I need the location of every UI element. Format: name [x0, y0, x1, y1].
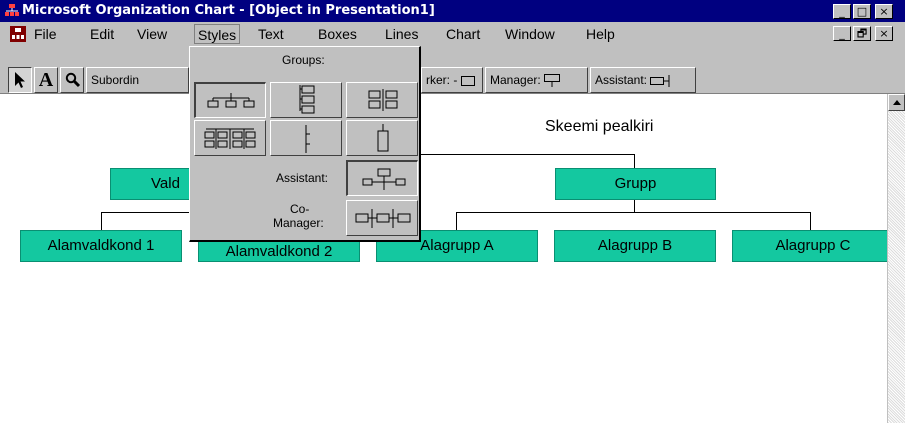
- coworker-box-icon: [460, 75, 475, 86]
- select-tool-button[interactable]: [8, 67, 32, 93]
- title-bar: Microsoft Organization Chart - [Object i…: [0, 0, 905, 22]
- horizontal-group-icon: [207, 93, 255, 108]
- org-box-alagrupp-c[interactable]: Alagrupp C: [732, 230, 894, 262]
- connector-line: [634, 154, 635, 168]
- org-box-grupp[interactable]: Grupp: [555, 168, 716, 200]
- connector-line: [409, 154, 635, 155]
- menu-lines[interactable]: Lines: [385, 26, 418, 42]
- subordinate-label: Subordin: [91, 73, 140, 87]
- style-single-box-group[interactable]: [346, 120, 418, 156]
- style-assistant[interactable]: [346, 160, 418, 196]
- org-chart-app-icon: [5, 4, 19, 16]
- vertical-lines-icon: [305, 125, 310, 153]
- two-column-group-icon: [368, 89, 398, 111]
- magnifier-icon: [65, 72, 81, 88]
- menu-view[interactable]: View: [137, 26, 167, 42]
- menu-text[interactable]: Text: [258, 26, 284, 42]
- doc-close-button[interactable]: ×: [875, 26, 893, 41]
- vertical-group-icon: [299, 85, 315, 114]
- style-vertical-left-group[interactable]: [270, 82, 342, 118]
- connector-line: [634, 200, 635, 212]
- style-two-column-group[interactable]: [346, 82, 418, 118]
- manager-button[interactable]: Manager:: [485, 67, 588, 93]
- menu-edit[interactable]: Edit: [90, 26, 114, 42]
- chart-title[interactable]: Skeemi pealkiri: [545, 118, 653, 136]
- assistant-box-icon: [650, 74, 670, 87]
- assistant-button[interactable]: Assistant:: [590, 67, 696, 93]
- scroll-up-button[interactable]: [888, 94, 905, 111]
- manager-box-icon: [544, 73, 561, 87]
- comanager-label-line2: Manager:: [273, 216, 324, 230]
- minimize-button[interactable]: _: [833, 4, 851, 19]
- menu-boxes[interactable]: Boxes: [318, 26, 357, 42]
- document-icon[interactable]: [10, 26, 26, 42]
- assistant-style-label: Assistant:: [276, 171, 329, 185]
- zoom-tool-button[interactable]: [60, 67, 84, 93]
- assistant-style-icon: [362, 168, 406, 190]
- style-horizontal-group[interactable]: [194, 82, 266, 118]
- assistant-label: Assistant:: [595, 73, 648, 87]
- scroll-up-arrow-icon: [893, 100, 901, 105]
- doc-restore-button[interactable]: 🗗: [853, 26, 871, 41]
- connector-line: [101, 212, 191, 213]
- menu-window[interactable]: Window: [505, 26, 555, 42]
- manager-label: Manager:: [490, 73, 541, 87]
- toolbar: A Subordin rker: - Manager: Assistant:: [0, 46, 905, 94]
- menu-help[interactable]: Help: [586, 26, 615, 42]
- style-vertical-lines-group[interactable]: [270, 120, 342, 156]
- doc-minimize-button[interactable]: _: [833, 26, 851, 41]
- multi-column-group-icon: [204, 128, 256, 149]
- subordinate-button[interactable]: Subordin: [86, 67, 189, 93]
- maximize-button[interactable]: □: [853, 4, 871, 19]
- window-title: Microsoft Organization Chart - [Object i…: [22, 3, 435, 18]
- org-box-alagrupp-b[interactable]: Alagrupp B: [554, 230, 716, 262]
- arrow-pointer-icon: [15, 72, 25, 88]
- menu-bar: File Edit View Styles Text Boxes Lines C…: [0, 22, 905, 46]
- connector-line: [810, 212, 811, 230]
- close-button[interactable]: ×: [875, 4, 893, 19]
- connector-line: [101, 212, 102, 230]
- menu-chart[interactable]: Chart: [446, 26, 480, 42]
- style-co-manager[interactable]: [346, 200, 418, 236]
- vertical-scrollbar[interactable]: [887, 94, 905, 423]
- org-box-alamvaldkond-1[interactable]: Alamvaldkond 1: [20, 230, 182, 262]
- coworker-button[interactable]: rker: -: [421, 67, 483, 93]
- connector-line: [456, 212, 457, 230]
- menu-file[interactable]: File: [34, 26, 57, 42]
- menu-styles[interactable]: Styles: [194, 24, 241, 44]
- style-multi-column-group[interactable]: [194, 120, 266, 156]
- comanager-label-line1: Co-: [290, 202, 310, 216]
- text-tool-button[interactable]: A: [34, 67, 58, 93]
- groups-label: Groups:: [282, 53, 325, 67]
- connector-line: [456, 212, 811, 213]
- single-box-icon: [377, 124, 389, 152]
- coworker-label: rker: -: [426, 73, 458, 87]
- styles-dropdown-menu: Groups: Assistant: Co- Manager:: [189, 46, 421, 242]
- co-manager-icon: [355, 209, 411, 228]
- chart-canvas[interactable]: Skeemi pealkiri Vald Grupp Alamvaldkond …: [0, 94, 894, 423]
